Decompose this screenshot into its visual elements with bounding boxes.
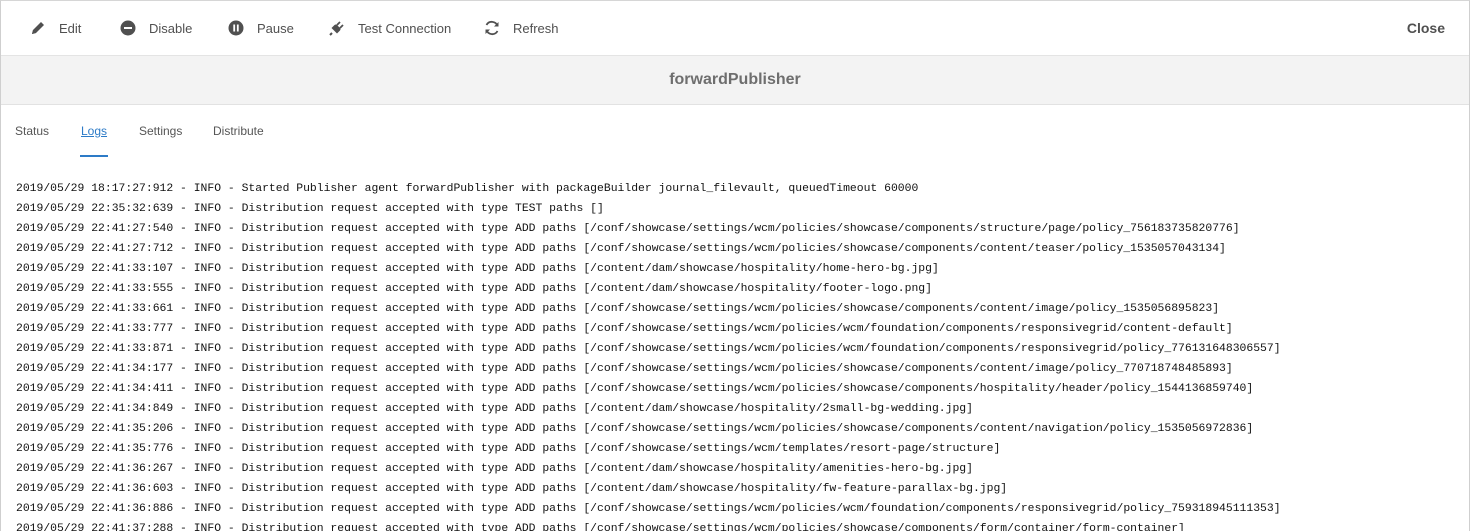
refresh-label: Refresh [513,20,559,36]
close-button[interactable]: Close [1407,1,1445,55]
log-line: 2019/05/29 18:17:27:912 - INFO - Started… [16,183,919,195]
pencil-icon [29,19,47,37]
log-line: 2019/05/29 22:41:35:776 - INFO - Distrib… [16,443,1001,455]
disable-button[interactable]: Disable [119,1,192,55]
log-line: 2019/05/29 22:41:27:712 - INFO - Distrib… [16,243,1226,255]
log-output: 2019/05/29 18:17:27:912 - INFO - Started… [16,179,1469,531]
log-line: 2019/05/29 22:41:37:288 - INFO - Distrib… [16,523,1185,531]
refresh-button[interactable]: Refresh [483,1,559,55]
log-line: 2019/05/29 22:41:27:540 - INFO - Distrib… [16,223,1240,235]
tab-distribute[interactable]: Distribute [213,105,264,157]
log-line: 2019/05/29 22:35:32:639 - INFO - Distrib… [16,203,604,215]
edit-button[interactable]: Edit [29,1,81,55]
tab-bar: Status Logs Settings Distribute [1,105,1469,157]
page-title: forwardPublisher [1,56,1469,105]
log-line: 2019/05/29 22:41:34:411 - INFO - Distrib… [16,383,1254,395]
log-line: 2019/05/29 22:41:33:555 - INFO - Distrib… [16,283,932,295]
refresh-icon [483,19,501,37]
tab-status[interactable]: Status [15,105,49,157]
log-line: 2019/05/29 22:41:36:886 - INFO - Distrib… [16,503,1281,515]
edit-label: Edit [59,20,82,36]
test-connection-button[interactable]: Test Connection [328,1,451,55]
log-line: 2019/05/29 22:41:36:267 - INFO - Distrib… [16,463,973,475]
tab-logs[interactable]: Logs [81,105,107,157]
pause-label: Pause [257,20,294,36]
log-line: 2019/05/29 22:41:33:777 - INFO - Distrib… [16,323,1233,335]
plug-icon [328,19,346,37]
agent-dialog: Edit Disable Pause Test Connection Refre… [0,0,1470,531]
disable-label: Disable [149,20,193,36]
tab-settings[interactable]: Settings [139,105,182,157]
toolbar: Edit Disable Pause Test Connection Refre… [1,1,1469,56]
log-line: 2019/05/29 22:41:33:107 - INFO - Distrib… [16,263,939,275]
log-line: 2019/05/29 22:41:34:849 - INFO - Distrib… [16,403,973,415]
log-line: 2019/05/29 22:41:35:206 - INFO - Distrib… [16,423,1254,435]
log-line: 2019/05/29 22:41:33:871 - INFO - Distrib… [16,343,1281,355]
log-line: 2019/05/29 22:41:36:603 - INFO - Distrib… [16,483,1008,495]
pause-button[interactable]: Pause [227,1,294,55]
log-line: 2019/05/29 22:41:34:177 - INFO - Distrib… [16,363,1233,375]
pause-icon [227,19,245,37]
log-line: 2019/05/29 22:41:33:661 - INFO - Distrib… [16,303,1220,315]
disable-icon [119,19,137,37]
active-tab-indicator [80,155,108,157]
test-connection-label: Test Connection [358,20,452,36]
